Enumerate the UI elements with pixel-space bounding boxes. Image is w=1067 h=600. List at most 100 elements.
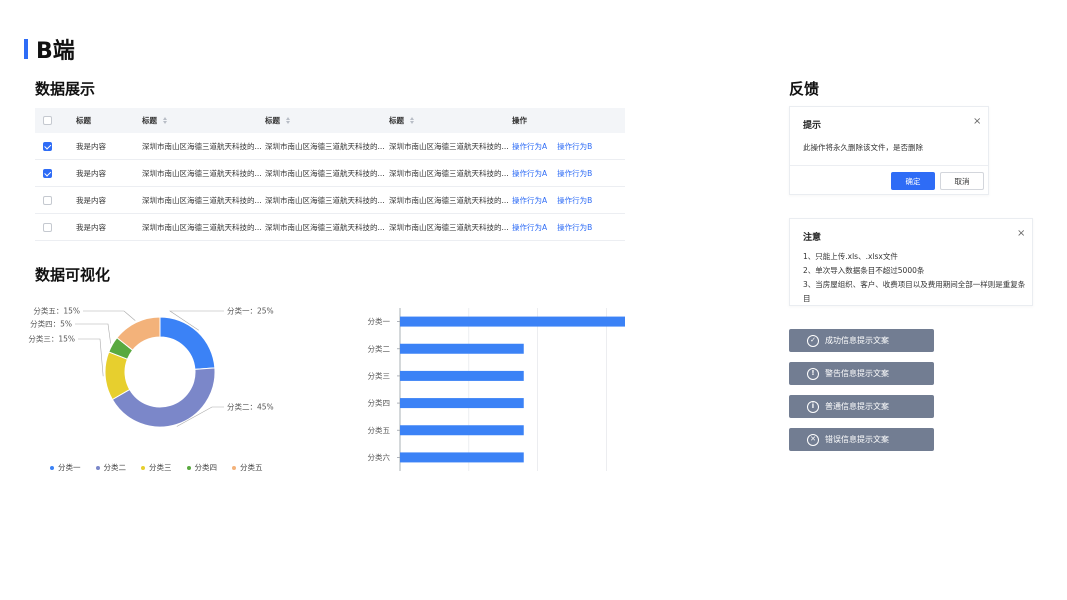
header-col-actions: 操作 (512, 115, 625, 126)
header-label: 标题 (265, 116, 280, 125)
slice-label: 分类三：15% (28, 334, 75, 344)
confirm-cancel-button[interactable]: 取消 (940, 172, 984, 190)
header-label: 标题 (389, 116, 404, 125)
legend-dot (50, 465, 54, 470)
y-tick-label: 分类五 (368, 425, 391, 435)
table-cell: 深圳市南山区海德三道航天科技的... (265, 141, 385, 151)
row-checkbox-cell (35, 195, 76, 205)
toast-label: 警告信息提示文案 (825, 369, 889, 378)
table-row: 我是内容 深圳市南山区海德三道航天科技的... 深圳市南山区海德三道航天科技的.… (35, 160, 625, 187)
row-checkbox[interactable] (43, 195, 52, 205)
table-cell: 我是内容 (76, 195, 106, 205)
header-label: 标题 (142, 116, 157, 125)
table-cell: 深圳市南山区海德三道航天科技的... (389, 168, 509, 178)
legend-label: 分类五 (240, 463, 263, 472)
legend-item[interactable]: 分类五 (232, 462, 263, 473)
table-row: 我是内容 深圳市南山区海德三道航天科技的... 深圳市南山区海德三道航天科技的.… (35, 187, 625, 214)
confirm-ok-button[interactable]: 确定 (891, 172, 935, 190)
table-cell: 深圳市南山区海德三道航天科技的... (389, 195, 509, 205)
slice-leader-line (75, 323, 111, 344)
row-checkbox[interactable] (43, 168, 52, 178)
row-checkbox[interactable] (43, 141, 52, 151)
legend-item[interactable]: 分类一 (50, 462, 81, 473)
notice-line: 3、当房屋组织、客户、收费项目以及费用期间全部一样则是重复条目 (803, 280, 1026, 303)
slice-leader-line (83, 310, 136, 321)
table-cell: 深圳市南山区海德三道航天科技的... (389, 222, 509, 232)
bar (400, 452, 524, 463)
bar (400, 343, 524, 354)
legend-item[interactable]: 分类四 (186, 462, 218, 473)
table-cell: 深圳市南山区海德三道航天科技的... (142, 195, 262, 205)
select-all-checkbox[interactable] (43, 116, 52, 125)
close-icon[interactable]: × (973, 117, 981, 127)
slice-leader-line (78, 338, 104, 377)
y-tick-label: 分类四 (368, 398, 391, 408)
actions-cell: 操作行为A 操作行为B (512, 168, 625, 179)
sort-icon[interactable] (410, 117, 414, 124)
dialog-divider (790, 165, 988, 166)
donut-chart: 分类一：25% 分类二：45% 分类三：15% 分类四：5% 分类五：15% (28, 306, 274, 428)
legend-item[interactable]: 分类二 (95, 462, 126, 473)
page-title: B端 (24, 36, 75, 64)
table-cell: 深圳市南山区海德三道航天科技的... (265, 195, 385, 205)
row-checkbox-cell (35, 141, 76, 151)
legend-label: 分类四 (194, 463, 218, 472)
action-a-link[interactable]: 操作行为A (512, 141, 547, 152)
table-cell: 深圳市南山区海德三道航天科技的... (265, 168, 385, 178)
header-col-3[interactable]: 标题 (265, 115, 389, 126)
actions-cell: 操作行为A 操作行为B (512, 222, 625, 233)
check-circle-icon: ✓ (807, 334, 819, 347)
section-title-data-display: 数据展示 (35, 80, 96, 98)
dialog-title: 注意 (803, 233, 822, 243)
info-circle-icon: i (807, 400, 819, 413)
toast-success: ✓ 成功信息提示文案 (789, 329, 934, 352)
table-cell: 深圳市南山区海德三道航天科技的... (265, 222, 385, 232)
action-b-link[interactable]: 操作行为B (557, 168, 592, 179)
legend-label: 分类三 (149, 463, 172, 472)
action-b-link[interactable]: 操作行为B (557, 195, 592, 206)
error-circle-icon: ✕ (807, 433, 819, 446)
row-checkbox[interactable] (43, 222, 52, 232)
table-cell: 我是内容 (76, 168, 106, 178)
y-tick-label: 分类一 (368, 316, 391, 326)
toast-label: 普通信息提示文案 (825, 402, 889, 411)
donut-slice (111, 367, 216, 428)
header-col-4[interactable]: 标题 (389, 115, 512, 126)
action-a-link[interactable]: 操作行为A (512, 168, 547, 179)
bar (400, 425, 524, 436)
header-col-1: 标题 (76, 115, 142, 126)
y-tick-label: 分类六 (368, 452, 391, 462)
notice-dialog: 注意 × 1、只能上传.xls、.xlsx文件 2、单次导入数据条目不超过500… (789, 218, 1033, 306)
dialog-message: 此操作将永久删除该文件，是否删除 (803, 143, 923, 152)
row-checkbox-cell (35, 168, 76, 178)
table-cell: 深圳市南山区海德三道航天科技的... (142, 141, 262, 151)
actions-cell: 操作行为A 操作行为B (512, 195, 625, 206)
data-table: 标题 标题 标题 标题 操作 我是内容 深圳市南山区海德三道航天科技的... 深… (35, 108, 625, 241)
header-col-2[interactable]: 标题 (142, 115, 265, 126)
row-checkbox-cell (35, 222, 76, 232)
action-a-link[interactable]: 操作行为A (512, 222, 547, 233)
table-row: 我是内容 深圳市南山区海德三道航天科技的... 深圳市南山区海德三道航天科技的.… (35, 214, 625, 241)
toast-info: i 普通信息提示文案 (789, 395, 934, 418)
dialog-title: 提示 (803, 121, 822, 131)
action-a-link[interactable]: 操作行为A (512, 195, 547, 206)
notice-line: 1、只能上传.xls、.xlsx文件 (803, 252, 898, 261)
header-label: 标题 (76, 116, 91, 125)
title-accent-bar (24, 39, 28, 59)
table-cell: 深圳市南山区海德三道航天科技的... (142, 222, 262, 232)
close-icon[interactable]: × (1017, 229, 1025, 239)
donut-slice (159, 316, 216, 370)
bar (400, 398, 524, 409)
header-checkbox-cell (35, 116, 76, 125)
table-cell: 深圳市南山区海德三道航天科技的... (142, 168, 262, 178)
bar-chart: 分类一分类二分类三分类四分类五分类六 (368, 308, 625, 471)
action-b-link[interactable]: 操作行为B (557, 141, 592, 152)
confirm-dialog: 提示 × 此操作将永久删除该文件，是否删除 确定 取消 (789, 106, 989, 195)
legend-item[interactable]: 分类三 (141, 462, 172, 473)
page-title-text: B端 (36, 39, 75, 64)
sort-icon[interactable] (286, 117, 290, 124)
table-cell: 深圳市南山区海德三道航天科技的... (389, 141, 509, 151)
action-b-link[interactable]: 操作行为B (557, 222, 592, 233)
section-title-feedback: 反馈 (789, 80, 820, 98)
sort-icon[interactable] (163, 117, 167, 124)
